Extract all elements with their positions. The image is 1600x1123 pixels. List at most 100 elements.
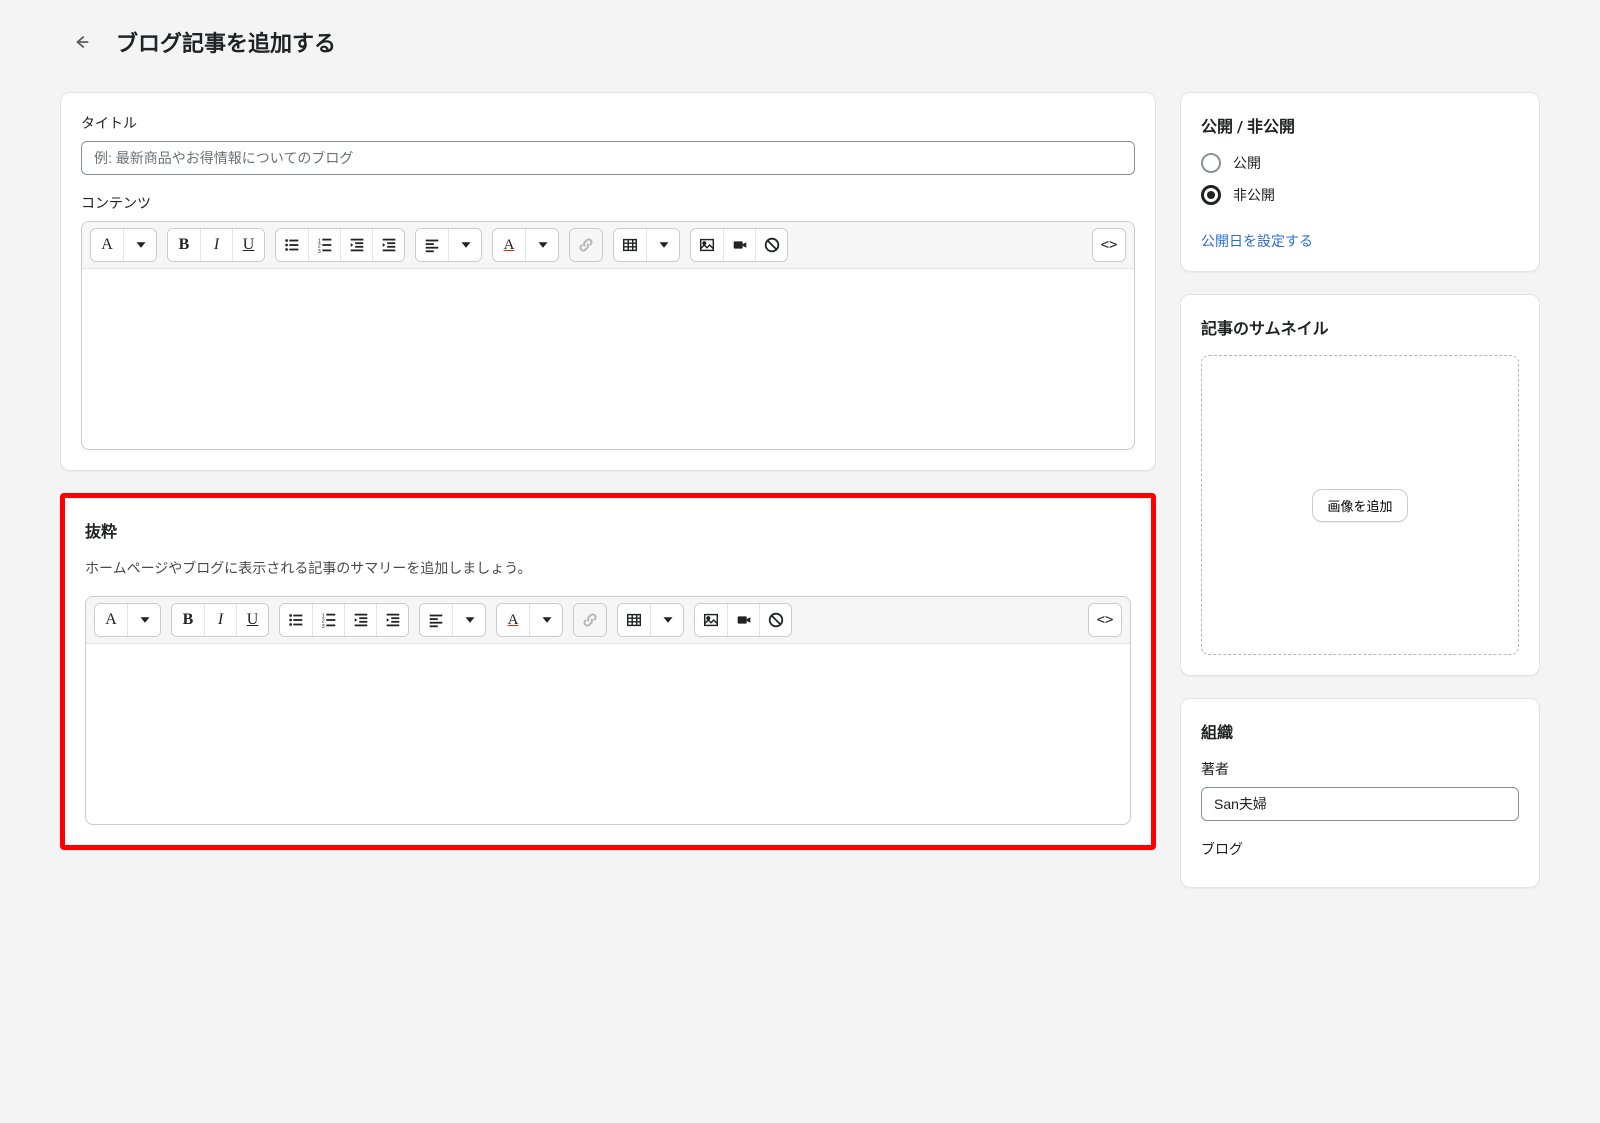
image-button[interactable]	[695, 604, 727, 636]
bold-icon: B	[183, 611, 194, 629]
indent-icon	[384, 611, 402, 629]
video-icon	[735, 611, 753, 629]
text-color-icon: A	[504, 237, 515, 254]
radio-label: 公開	[1233, 153, 1261, 173]
paragraph-style-dropdown[interactable]	[127, 604, 160, 636]
chevron-down-icon	[132, 236, 150, 254]
indent-button[interactable]	[372, 229, 404, 261]
thumbnail-dropzone[interactable]: 画像を追加	[1201, 355, 1519, 655]
video-button[interactable]	[723, 229, 755, 261]
thumbnail-title: 記事のサムネイル	[1201, 315, 1519, 339]
table-dropdown[interactable]	[650, 604, 683, 636]
paragraph-icon: A	[101, 236, 113, 254]
blog-label: ブログ	[1201, 839, 1519, 859]
chevron-down-icon	[534, 236, 552, 254]
table-button[interactable]	[614, 229, 646, 261]
underline-button[interactable]: U	[232, 229, 264, 261]
numbered-list-button[interactable]: 123	[312, 604, 344, 636]
italic-button[interactable]: I	[204, 604, 236, 636]
italic-icon: I	[214, 236, 219, 254]
align-button[interactable]	[416, 229, 448, 261]
author-input[interactable]	[1201, 787, 1519, 821]
outdent-icon	[352, 611, 370, 629]
paragraph-style-button[interactable]: A	[91, 229, 123, 261]
image-button[interactable]	[691, 229, 723, 261]
italic-icon: I	[218, 611, 223, 629]
bold-button[interactable]: B	[168, 229, 200, 261]
link-icon	[581, 611, 599, 629]
title-input[interactable]	[81, 141, 1135, 175]
back-button[interactable]	[64, 24, 100, 60]
text-color-button[interactable]: A	[493, 229, 525, 261]
paragraph-style-dropdown[interactable]	[123, 229, 156, 261]
link-button	[570, 229, 602, 261]
schedule-visibility-link[interactable]: 公開日を設定する	[1201, 231, 1313, 251]
visibility-private-option[interactable]: 非公開	[1201, 185, 1519, 205]
table-icon	[621, 236, 639, 254]
clear-format-button[interactable]	[759, 604, 791, 636]
align-left-icon	[423, 236, 441, 254]
arrow-left-icon	[73, 33, 91, 51]
italic-button[interactable]: I	[200, 229, 232, 261]
thumbnail-card: 記事のサムネイル 画像を追加	[1180, 294, 1540, 676]
content-body[interactable]	[82, 269, 1134, 449]
numbered-list-icon: 123	[316, 236, 334, 254]
bullet-list-button[interactable]	[280, 604, 312, 636]
ban-icon	[767, 611, 785, 629]
underline-icon: U	[243, 236, 255, 254]
bullet-list-icon	[283, 236, 301, 254]
outdent-button[interactable]	[340, 229, 372, 261]
radio-selected-icon	[1201, 185, 1221, 205]
ban-icon	[763, 236, 781, 254]
bullet-list-icon	[287, 611, 305, 629]
radio-label: 非公開	[1233, 185, 1275, 205]
paragraph-icon: A	[105, 611, 117, 629]
content-editor: A B I U	[81, 221, 1135, 450]
organization-title: 組織	[1201, 719, 1519, 743]
visibility-public-option[interactable]: 公開	[1201, 153, 1519, 173]
video-button[interactable]	[727, 604, 759, 636]
excerpt-body[interactable]	[86, 644, 1130, 824]
excerpt-title: 抜粋	[85, 518, 1131, 542]
align-left-icon	[427, 611, 445, 629]
text-color-dropdown[interactable]	[529, 604, 562, 636]
html-view-button[interactable]: <>	[1089, 604, 1121, 636]
numbered-list-button[interactable]: 123	[308, 229, 340, 261]
outdent-button[interactable]	[344, 604, 376, 636]
align-dropdown[interactable]	[448, 229, 481, 261]
visibility-card: 公開 / 非公開 公開 非公開 公開日を設定する	[1180, 92, 1540, 272]
link-button	[574, 604, 606, 636]
excerpt-toolbar: A B I U	[86, 597, 1130, 644]
paragraph-style-button[interactable]: A	[95, 604, 127, 636]
author-label: 著者	[1201, 759, 1519, 779]
table-icon	[625, 611, 643, 629]
underline-button[interactable]: U	[236, 604, 268, 636]
excerpt-help: ホームページやブログに表示される記事のサマリーを追加しましょう。	[85, 558, 1131, 578]
image-icon	[702, 611, 720, 629]
content-toolbar: A B I U	[82, 222, 1134, 269]
organization-card: 組織 著者 ブログ	[1180, 698, 1540, 888]
text-color-button[interactable]: A	[497, 604, 529, 636]
visibility-title: 公開 / 非公開	[1201, 113, 1519, 137]
title-label: タイトル	[81, 113, 1135, 133]
table-dropdown[interactable]	[646, 229, 679, 261]
excerpt-editor: A B I U	[85, 596, 1131, 825]
chevron-down-icon	[659, 611, 677, 629]
add-image-button[interactable]: 画像を追加	[1312, 489, 1407, 522]
underline-icon: U	[247, 611, 259, 629]
content-label: コンテンツ	[81, 193, 1135, 213]
table-button[interactable]	[618, 604, 650, 636]
text-color-icon: A	[508, 612, 519, 629]
html-view-button[interactable]: <>	[1093, 229, 1125, 261]
chevron-down-icon	[655, 236, 673, 254]
align-button[interactable]	[420, 604, 452, 636]
image-icon	[698, 236, 716, 254]
bullet-list-button[interactable]	[276, 229, 308, 261]
numbered-list-icon: 123	[320, 611, 338, 629]
indent-button[interactable]	[376, 604, 408, 636]
bold-button[interactable]: B	[172, 604, 204, 636]
align-dropdown[interactable]	[452, 604, 485, 636]
clear-format-button[interactable]	[755, 229, 787, 261]
text-color-dropdown[interactable]	[525, 229, 558, 261]
excerpt-card: 抜粋 ホームページやブログに表示される記事のサマリーを追加しましょう。 A	[60, 493, 1156, 850]
